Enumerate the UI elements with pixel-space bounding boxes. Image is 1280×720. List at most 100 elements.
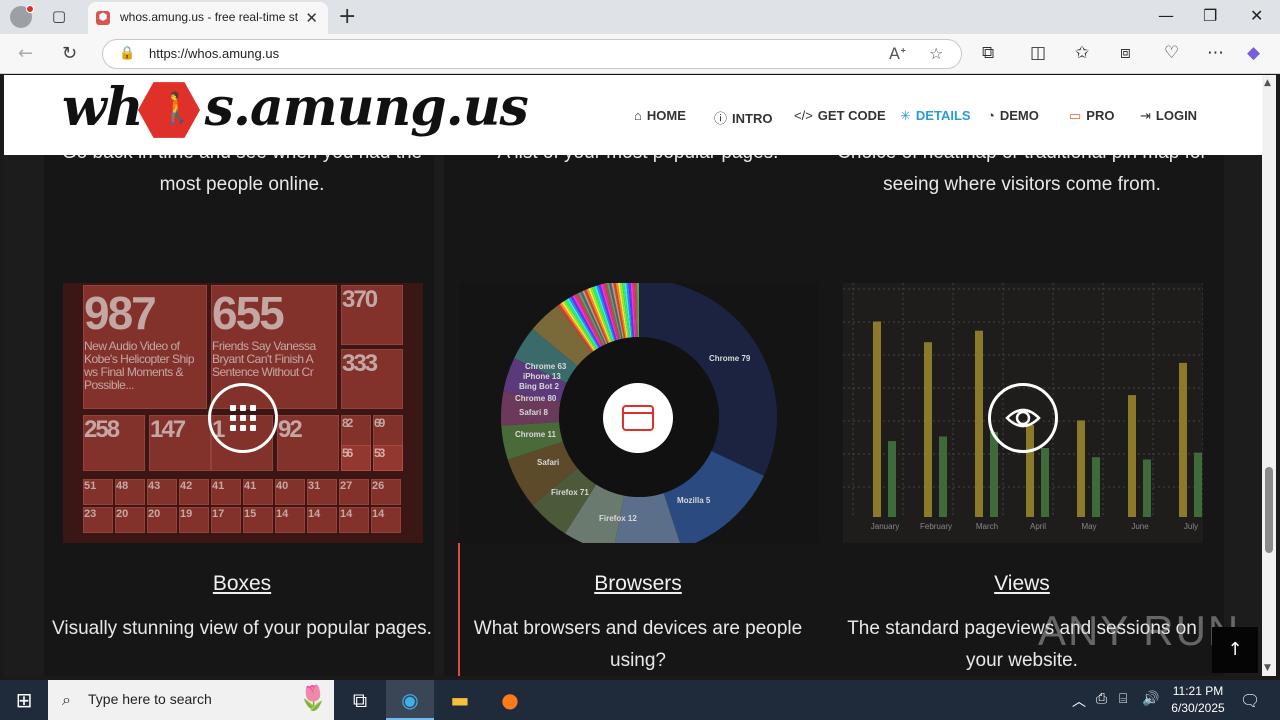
box-item: 20 bbox=[147, 507, 177, 533]
card-title-browsers[interactable]: Browsers bbox=[448, 572, 828, 596]
new-tab-button[interactable]: + bbox=[338, 4, 356, 29]
box-item: 53 bbox=[373, 445, 403, 471]
refresh-icon[interactable]: ↻ bbox=[62, 43, 77, 64]
pageviews-bar bbox=[1077, 420, 1085, 517]
card-title-views[interactable]: Views bbox=[832, 572, 1212, 596]
close-window-icon[interactable]: ✕ bbox=[1250, 6, 1263, 25]
login-icon: ⇥ bbox=[1140, 108, 1151, 123]
eye-icon[interactable] bbox=[988, 383, 1058, 453]
donut-label: Chrome 80 bbox=[515, 394, 557, 403]
donut-label: Firefox 71 bbox=[551, 488, 589, 497]
back-to-top-button[interactable]: ↑ bbox=[1212, 627, 1258, 673]
clock-time: 11:21 PM bbox=[1172, 684, 1224, 698]
profile-notification-dot bbox=[26, 5, 34, 13]
lock-icon[interactable]: 🔒 bbox=[119, 46, 135, 61]
donut-label: Chrome 79 bbox=[709, 354, 751, 363]
grid-icon[interactable] bbox=[208, 383, 278, 453]
month-tick-label: June bbox=[1131, 522, 1149, 531]
sessions-bar bbox=[1041, 448, 1049, 517]
nav-home[interactable]: ⌂ HOME bbox=[634, 108, 686, 123]
windows-start-icon[interactable]: ⊞ bbox=[0, 680, 48, 720]
box-item: 27 bbox=[339, 479, 369, 505]
page-scrollbar[interactable]: ▲ ▼ bbox=[1262, 75, 1276, 676]
box-item: 23 bbox=[83, 507, 113, 533]
site-logo[interactable]: wh s.amung.us bbox=[62, 77, 529, 138]
box-item: 14 bbox=[339, 507, 369, 533]
nav-login[interactable]: ⇥ LOGIN bbox=[1140, 108, 1197, 124]
whos-amung-us-favicon: ⬢ bbox=[96, 11, 110, 25]
read-aloud-icon[interactable]: Aᐩ bbox=[889, 44, 906, 63]
card-desc-boxes: Visually stunning view of your popular p… bbox=[52, 618, 432, 639]
donut-label: Safari bbox=[537, 458, 559, 467]
box-item: 987 New Audio Video of Kobe's Helicopter … bbox=[83, 285, 207, 409]
box-item: 15 bbox=[243, 507, 273, 533]
task-view-icon[interactable]: ⧉ bbox=[336, 680, 384, 720]
scroll-down-arrow-icon[interactable]: ▼ bbox=[1264, 663, 1271, 673]
notifications-icon[interactable]: 🗨 bbox=[1240, 691, 1260, 710]
tab-actions-icon[interactable]: ▢ bbox=[48, 7, 70, 27]
split-screen-icon[interactable]: ◫ bbox=[1030, 43, 1046, 63]
donut-label: Chrome 11 bbox=[515, 430, 556, 439]
pageviews-bar bbox=[924, 342, 932, 517]
browser-tab[interactable]: ⬢ whos.amung.us - free real-time st ✕ bbox=[88, 2, 328, 34]
favorite-star-icon[interactable]: ☆ bbox=[929, 44, 943, 63]
scroll-up-arrow-icon[interactable]: ▲ bbox=[1264, 78, 1271, 88]
scrollbar-thumb[interactable] bbox=[1265, 467, 1273, 553]
donut-label: Firefox 12 bbox=[599, 514, 637, 523]
anyrun-watermark: ANY RUN bbox=[1038, 607, 1241, 654]
tab-close-icon[interactable]: ✕ bbox=[305, 9, 318, 27]
collections-icon[interactable]: ⧈ bbox=[1120, 43, 1131, 63]
clock-date: 6/30/2025 bbox=[1171, 701, 1225, 715]
back-icon[interactable]: ← bbox=[18, 43, 33, 64]
donut-label: Mozilla 5 bbox=[677, 496, 711, 505]
box-item: 14 bbox=[307, 507, 337, 533]
nav-demo[interactable]: ◔ DEMO bbox=[987, 108, 1039, 123]
browser-essentials-icon[interactable]: ♡ bbox=[1164, 43, 1179, 63]
search-icon: ⌕ bbox=[62, 690, 71, 709]
taskbar-search-box[interactable]: ⌕ Type here to search 🌷 bbox=[48, 680, 334, 720]
sessions-bar bbox=[1194, 452, 1202, 517]
browser-window-icon[interactable] bbox=[603, 383, 673, 453]
card-title-boxes[interactable]: Boxes bbox=[52, 572, 432, 596]
sessions-bar bbox=[939, 436, 947, 517]
nav-intro[interactable]: ⓘ INTRO bbox=[714, 108, 772, 127]
edge-icon[interactable]: ◉ bbox=[386, 680, 434, 720]
box-item: 41 bbox=[211, 479, 241, 505]
info-icon: ⓘ bbox=[714, 111, 728, 126]
donut-label: Safari 8 bbox=[519, 408, 548, 417]
taskbar-clock[interactable]: 11:21 PM 6/30/2025 bbox=[1162, 683, 1234, 717]
show-hidden-icons-chevron-icon[interactable]: ︿ bbox=[1072, 691, 1086, 711]
network-icon[interactable]: ⌸ bbox=[1119, 691, 1127, 707]
nav-pro[interactable]: ▭ PRO bbox=[1069, 108, 1114, 124]
file-explorer-icon[interactable]: ▬ bbox=[436, 680, 484, 720]
box-item: 56 bbox=[341, 445, 371, 471]
firefox-icon[interactable]: ● bbox=[486, 680, 534, 720]
pageviews-bar bbox=[1128, 395, 1136, 517]
box-item: 92 bbox=[277, 415, 339, 471]
nav-get-code[interactable]: </> GET CODE bbox=[794, 108, 886, 123]
month-tick-label: May bbox=[1081, 522, 1096, 531]
site-header: wh s.amung.us 🚶 ⌂ HOME ⓘ INTRO </> GET CODE … bbox=[4, 75, 1262, 155]
minimize-icon[interactable]: — bbox=[1158, 6, 1174, 25]
device-icon[interactable]: ⎙ bbox=[1096, 691, 1107, 707]
box-item: 43 bbox=[147, 479, 177, 505]
address-bar[interactable]: 🔒 https://whos.amung.us Aᐩ ☆ bbox=[102, 39, 962, 69]
box-item: 147 bbox=[149, 415, 211, 471]
copilot-icon[interactable]: ◆ bbox=[1247, 43, 1260, 63]
box-item: 42 bbox=[179, 479, 209, 505]
month-tick-label: April bbox=[1030, 522, 1046, 531]
box-item: 20 bbox=[115, 507, 145, 533]
favorites-icon[interactable]: ✩ bbox=[1075, 43, 1089, 63]
donut-label: Chrome 63 bbox=[525, 362, 567, 371]
box-item: 40 bbox=[275, 479, 305, 505]
nav-details[interactable]: ✳ DETAILS bbox=[900, 108, 971, 124]
windows-taskbar: ⊞ ⌕ Type here to search 🌷 ⧉ ◉ ▬ ● ︿ ⎙ ⌸ … bbox=[0, 680, 1280, 720]
box-item: 17 bbox=[211, 507, 241, 533]
url-text[interactable]: https://whos.amung.us bbox=[149, 46, 279, 61]
box-item: 48 bbox=[115, 479, 145, 505]
volume-icon[interactable]: 🔊 bbox=[1142, 691, 1159, 707]
more-icon[interactable]: ⋯ bbox=[1207, 43, 1224, 63]
restore-icon[interactable]: ❐ bbox=[1203, 6, 1217, 25]
page-viewport: Go back in time and see when you had the… bbox=[4, 75, 1262, 676]
extensions-icon[interactable]: ⧉ bbox=[982, 43, 994, 63]
